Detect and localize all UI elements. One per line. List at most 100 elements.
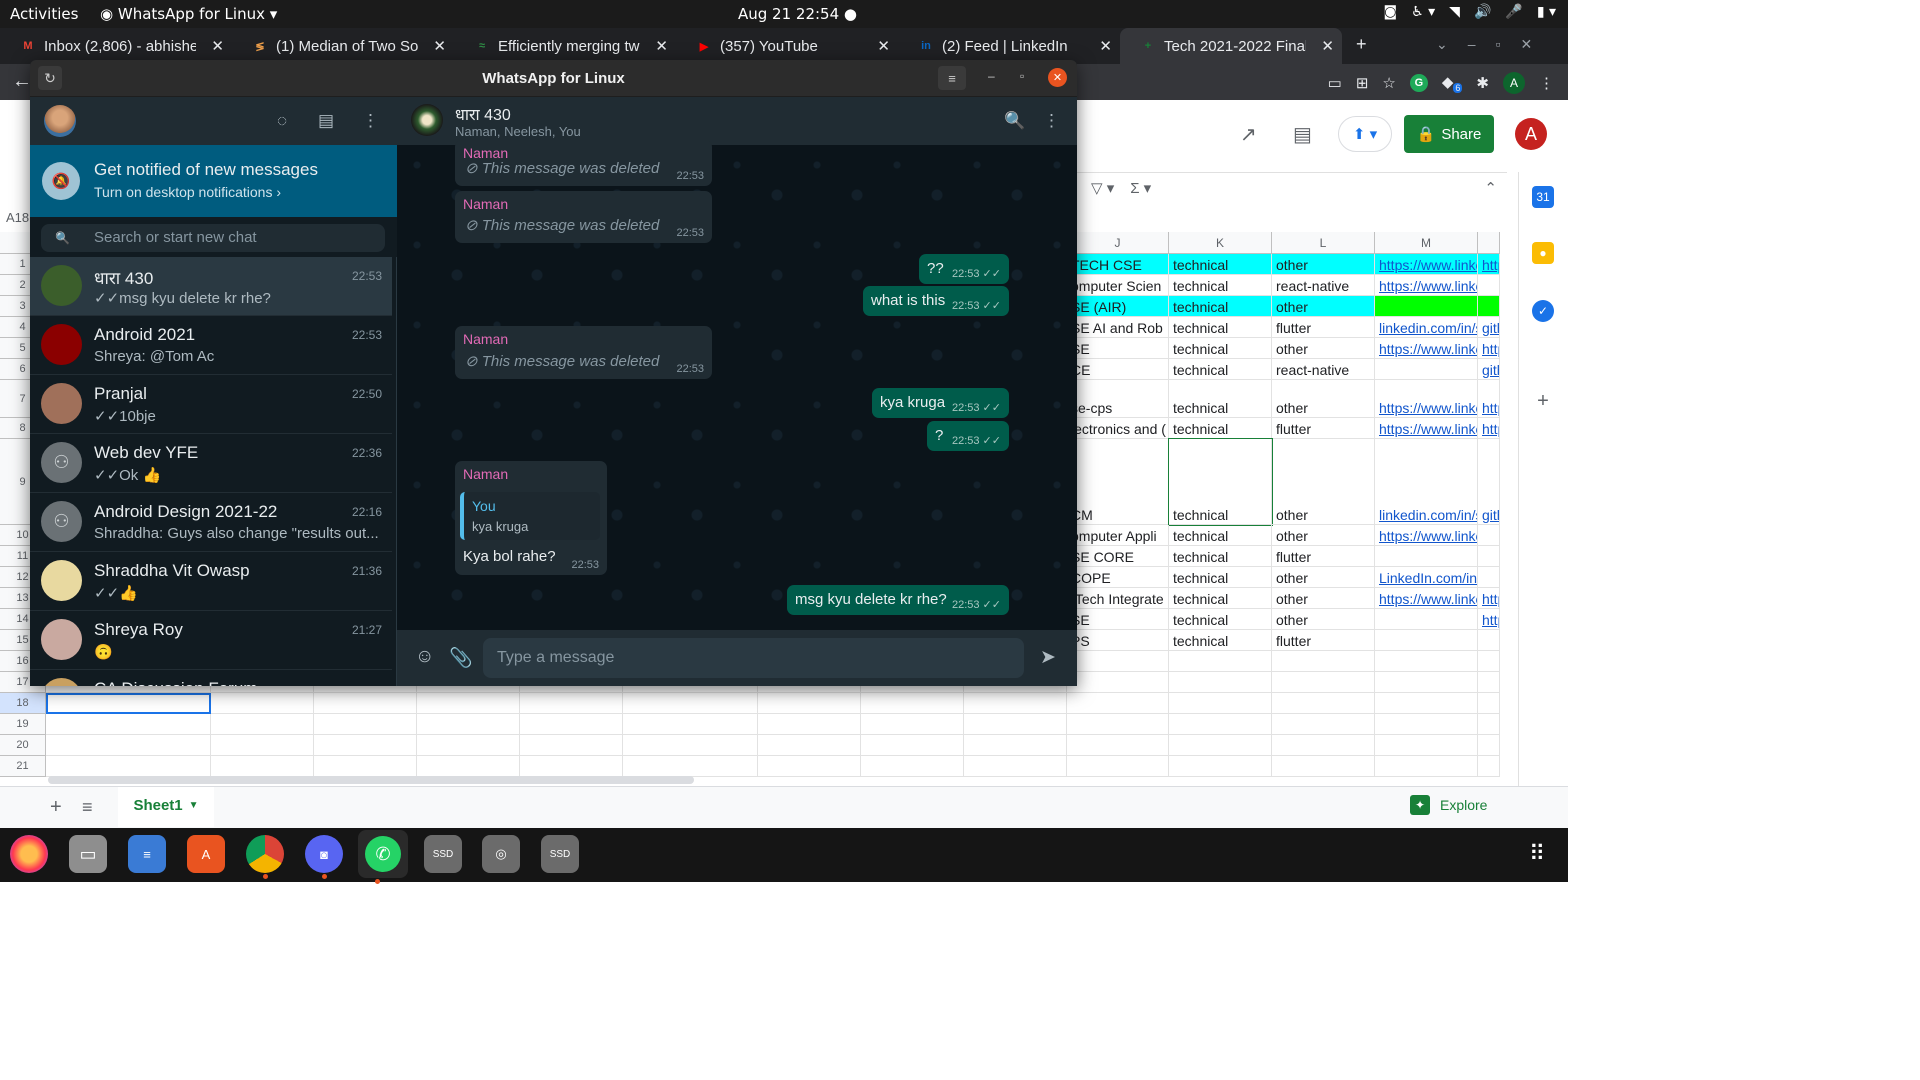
message-bubble[interactable]: ? 22:53 ✓✓ bbox=[927, 421, 1009, 451]
table-cell[interactable] bbox=[1272, 756, 1375, 777]
table-cell[interactable] bbox=[1169, 672, 1272, 693]
row-header[interactable]: 21 bbox=[0, 756, 46, 777]
table-cell[interactable]: other bbox=[1272, 609, 1375, 630]
table-cell[interactable]: SE (AIR) bbox=[1067, 296, 1169, 317]
table-cell[interactable]: .Tech Integrate bbox=[1067, 588, 1169, 609]
table-cell[interactable]: other bbox=[1272, 254, 1375, 275]
tab-close-icon[interactable]: ✕ bbox=[211, 37, 224, 55]
table-cell[interactable] bbox=[1478, 525, 1500, 546]
back-arrow-icon[interactable]: ← bbox=[12, 70, 32, 93]
table-cell[interactable]: http bbox=[1478, 609, 1500, 630]
table-cell[interactable]: http bbox=[1478, 588, 1500, 609]
table-cell[interactable] bbox=[1478, 296, 1500, 317]
table-cell[interactable] bbox=[1478, 275, 1500, 296]
search-messages-icon[interactable]: 🔍 bbox=[1004, 111, 1025, 131]
minimize-icon[interactable]: – bbox=[988, 69, 995, 83]
table-cell[interactable] bbox=[1272, 693, 1375, 714]
table-cell[interactable] bbox=[211, 714, 314, 735]
table-cell[interactable]: technical bbox=[1169, 546, 1272, 567]
table-cell[interactable]: lectronics and ( bbox=[1067, 418, 1169, 439]
table-cell[interactable] bbox=[1375, 359, 1478, 380]
calendar-icon[interactable]: 31 bbox=[1532, 186, 1554, 208]
row-header[interactable]: 19 bbox=[0, 714, 46, 735]
grammarly-icon[interactable]: G bbox=[1409, 74, 1428, 92]
name-box[interactable]: A18 bbox=[0, 207, 30, 229]
table-cell[interactable] bbox=[520, 735, 623, 756]
table-cell[interactable]: linkedin.com/in/s bbox=[1375, 439, 1478, 525]
table-cell[interactable] bbox=[1067, 693, 1169, 714]
table-cell[interactable] bbox=[1375, 630, 1478, 651]
browser-tab[interactable]: in (2) Feed | LinkedIn ✕ bbox=[898, 28, 1120, 64]
column-header[interactable]: J bbox=[1067, 232, 1169, 254]
message-area[interactable]: Naman ⊘ This message was deleted 22:53 Nama… bbox=[397, 140, 1077, 630]
chat-list-item[interactable]: ⚇ Android Design 2021-22 22:16 Shraddha: Gu… bbox=[30, 493, 392, 552]
conversation-menu-icon[interactable]: ⋮ bbox=[1043, 111, 1060, 131]
table-cell[interactable]: technical bbox=[1169, 317, 1272, 338]
table-cell[interactable] bbox=[1067, 672, 1169, 693]
search-input[interactable]: 🔍 Search or start new chat bbox=[41, 224, 385, 252]
table-cell[interactable]: other bbox=[1272, 296, 1375, 317]
sheet-tab-sheet1[interactable]: Sheet1 ▼ bbox=[118, 787, 214, 827]
send-icon[interactable]: ➤ bbox=[1040, 646, 1056, 669]
table-cell[interactable]: other bbox=[1272, 439, 1375, 525]
browser-tab[interactable]: + Tech 2021-2022 Final L ✕ bbox=[1120, 28, 1342, 64]
discord-icon[interactable]: ◙ bbox=[305, 835, 343, 879]
table-cell[interactable]: react-native bbox=[1272, 275, 1375, 296]
browser-tab[interactable]: ≶ (1) Median of Two Sort ✕ bbox=[232, 28, 454, 64]
table-cell[interactable] bbox=[314, 756, 417, 777]
table-cell[interactable] bbox=[1375, 546, 1478, 567]
table-cell[interactable]: https://www.linke bbox=[1375, 254, 1478, 275]
table-cell[interactable] bbox=[1478, 714, 1500, 735]
conversation-header[interactable]: धारा 430 Naman, Neelesh, You 🔍 ⋮ bbox=[397, 97, 1077, 145]
table-cell[interactable]: technical bbox=[1169, 338, 1272, 359]
table-cell[interactable]: https://www.linke bbox=[1375, 418, 1478, 439]
volume-icon[interactable]: 🔊 bbox=[1474, 4, 1491, 20]
table-cell[interactable] bbox=[1478, 756, 1500, 777]
activities-button[interactable]: Activities bbox=[10, 5, 78, 23]
table-cell[interactable]: http bbox=[1478, 418, 1500, 439]
wifi-icon[interactable]: ◥ bbox=[1449, 4, 1460, 20]
clock[interactable]: Aug 21 22:54 ● bbox=[738, 5, 857, 23]
keep-icon[interactable]: ● bbox=[1532, 242, 1554, 264]
message-bubble[interactable]: kya kruga 22:53 ✓✓ bbox=[872, 388, 1009, 418]
table-cell[interactable]: https://www.linke bbox=[1375, 380, 1478, 418]
emoji-icon[interactable]: ☺ bbox=[415, 646, 434, 668]
table-cell[interactable] bbox=[1478, 693, 1500, 714]
chrome-icon[interactable] bbox=[246, 835, 284, 879]
message-sender[interactable]: Naman bbox=[463, 466, 508, 482]
table-cell[interactable]: other bbox=[1272, 380, 1375, 418]
table-cell[interactable] bbox=[623, 756, 758, 777]
chat-list-item[interactable]: Pranjal 22:50 ✓✓10bje bbox=[30, 375, 392, 434]
browser-tab[interactable]: M Inbox (2,806) - abhishe ✕ bbox=[0, 28, 232, 64]
table-cell[interactable] bbox=[861, 714, 964, 735]
table-cell[interactable] bbox=[1478, 546, 1500, 567]
table-cell[interactable] bbox=[417, 714, 520, 735]
message-bubble[interactable]: Naman ⊘ This message was deleted 22:53 bbox=[455, 191, 712, 243]
chat-list-item[interactable]: Shreya Roy 21:27 🙃 bbox=[30, 611, 392, 670]
table-cell[interactable] bbox=[314, 693, 417, 714]
table-cell[interactable] bbox=[46, 735, 211, 756]
table-cell[interactable]: SE AI and Rob bbox=[1067, 317, 1169, 338]
table-cell[interactable]: SE bbox=[1067, 609, 1169, 630]
browser-menu-icon[interactable]: ⋮ bbox=[1539, 74, 1554, 92]
chat-list-item[interactable]: CA Discussion Forum bbox=[30, 670, 392, 686]
table-cell[interactable] bbox=[758, 714, 861, 735]
message-sender[interactable]: Naman bbox=[463, 196, 508, 212]
message-bubble[interactable]: Naman ⊘ This message was deleted 22:53 bbox=[455, 140, 712, 186]
table-cell[interactable] bbox=[211, 693, 314, 714]
table-cell[interactable] bbox=[417, 735, 520, 756]
table-cell[interactable] bbox=[520, 714, 623, 735]
tab-close-icon[interactable]: ✕ bbox=[655, 37, 668, 55]
close-icon[interactable]: ✕ bbox=[1048, 68, 1067, 87]
row-header[interactable]: 20 bbox=[0, 735, 46, 756]
extensions-puzzle-icon[interactable]: ✱ bbox=[1476, 74, 1489, 92]
group-avatar[interactable] bbox=[411, 104, 443, 136]
column-header[interactable]: M bbox=[1375, 232, 1478, 254]
table-cell[interactable]: other bbox=[1272, 338, 1375, 359]
table-cell[interactable]: technical bbox=[1169, 296, 1272, 317]
discord-tray-icon[interactable]: ◙ bbox=[1384, 4, 1398, 20]
column-header[interactable]: L bbox=[1272, 232, 1375, 254]
bookmark-star-icon[interactable]: ☆ bbox=[1382, 74, 1395, 92]
table-cell[interactable] bbox=[758, 756, 861, 777]
table-cell[interactable]: https://www.linkedin bbox=[1375, 525, 1478, 546]
